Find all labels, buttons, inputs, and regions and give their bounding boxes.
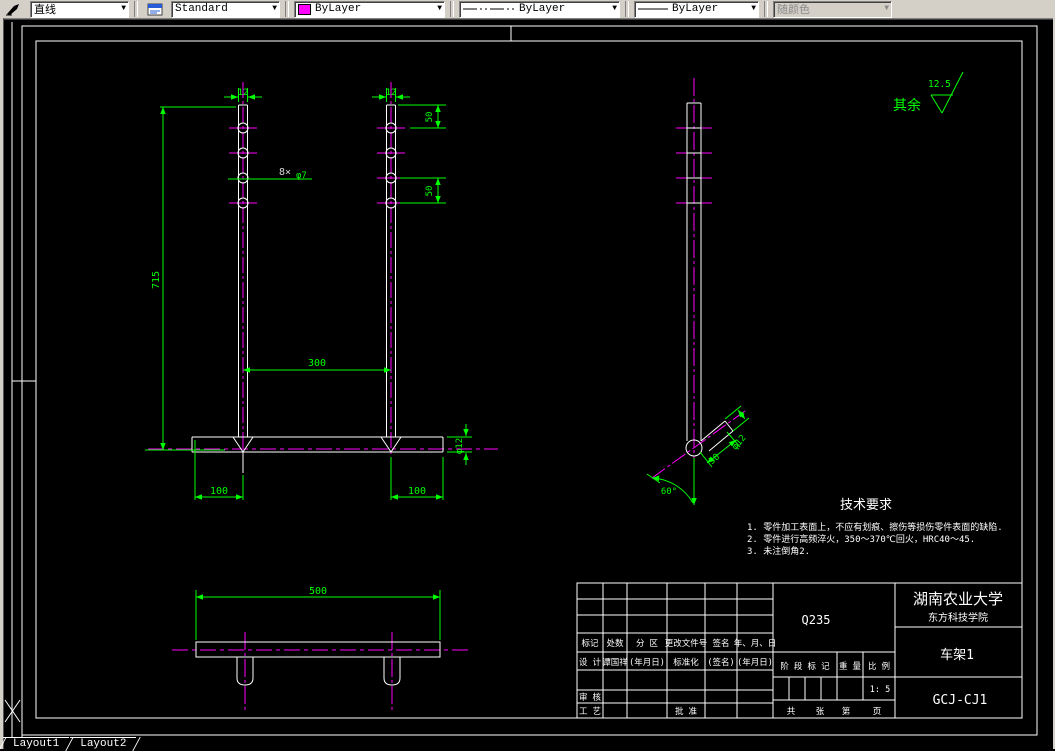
dim-hole-gap-bottom: 50: [425, 186, 435, 197]
side-view-centerlines: [651, 78, 746, 479]
lineweight-combo[interactable]: ByLayer ▼: [634, 0, 759, 18]
tb-weight-label: 重 量: [839, 661, 862, 672]
text-style-icon[interactable]: [143, 1, 167, 17]
tb-sheet-label: 第: [842, 706, 851, 717]
tb-scale-value: 1: 5: [870, 685, 890, 695]
tb-part-name: 车架1: [940, 647, 974, 663]
tab-layout2[interactable]: Layout2: [70, 737, 137, 750]
dim-hole-dia: φ7: [296, 171, 307, 181]
tech-req-title: 技术要求: [840, 498, 892, 513]
tb-design-col: 标准化: [673, 657, 699, 668]
tb-rev-col: 分 区: [636, 639, 659, 649]
dim-bar-dia: φ12: [455, 438, 465, 454]
lineweight-sample: [638, 8, 668, 10]
tb-design-col: (年月日): [737, 657, 773, 668]
tb-design-col: (年月日): [629, 657, 665, 668]
tab-layout1[interactable]: Layout1: [3, 737, 70, 750]
toolbar-separator: [764, 1, 768, 17]
tb-sheet-label: 张: [816, 707, 825, 717]
tb-process-label: 工 艺: [579, 707, 601, 717]
tb-rev-col: 更改文件号: [665, 638, 708, 649]
dim-post-spacing: 300: [308, 358, 326, 369]
text-style-combo[interactable]: Standard ▼: [171, 0, 280, 18]
command-combo-value: 直线: [34, 5, 56, 17]
dim-bend-angle: 60°: [661, 487, 677, 497]
tb-rev-col: 标记: [581, 638, 599, 649]
bottom-view-dimensions: [195, 590, 441, 640]
tb-design-col: 设 计: [579, 657, 602, 668]
tb-stage-label: 阶 段 标 记: [780, 661, 830, 672]
ucs-icon: [4, 690, 23, 737]
dim-hole-gap-top: 50: [425, 112, 435, 123]
drawing-canvas[interactable]: 12 12 50 50 8× φ7 715 300 100 100 φ12 φ1…: [0, 18, 1055, 749]
layout-tab-bar: Layout1 Layout2: [0, 737, 142, 751]
lineweight-combo-value: ByLayer: [672, 3, 719, 15]
chevron-down-icon: ▼: [272, 4, 277, 13]
color-swatch: [298, 3, 311, 15]
surface-note-prefix: 其余: [893, 97, 921, 114]
dim-post-width-right: 12: [386, 88, 397, 98]
dim-foot-right: 100: [408, 486, 426, 497]
tb-design-col: 谭国祥: [602, 657, 628, 668]
chevron-down-icon: ▼: [612, 4, 617, 13]
side-view-outline: [685, 102, 734, 457]
front-view-outline: [191, 104, 444, 473]
tb-approve-label: 批 准: [675, 706, 698, 717]
sheet-frame: [11, 22, 1038, 737]
chevron-down-icon: ▼: [751, 4, 756, 13]
bottom-view-centerlines: [172, 632, 468, 712]
bottom-view-outline: [195, 641, 441, 686]
tech-req-item: 3. 未注倒角2.: [747, 545, 810, 557]
front-view-dimensions: [145, 88, 472, 500]
tb-rev-col: 年、月、日: [734, 638, 777, 649]
toolbar-separator: [285, 1, 289, 17]
object-properties-toolbar: 直线 ▼ Standard ▼ ByLayer ▼ ByLayer ▼ ByLa…: [0, 0, 1055, 19]
dim-foot-left: 100: [210, 486, 228, 497]
dim-post-height: 715: [151, 271, 162, 289]
tb-rev-col: 签名: [712, 638, 729, 649]
tb-college: 东方科技学院: [928, 611, 988, 624]
plotstyle-combo-value: 随颜色: [777, 5, 810, 17]
tb-audit-label: 审 核: [579, 692, 602, 703]
command-combo[interactable]: 直线 ▼: [30, 0, 129, 18]
tb-drawing-no: GCJ-CJ1: [933, 693, 988, 708]
linetype-combo-value: ByLayer: [519, 3, 566, 15]
tb-rev-col: 处数: [606, 638, 624, 649]
linetype-sample: [463, 8, 515, 10]
tech-req-item: 2. 零件进行高频淬火，350～370℃回火，HRC40～45.: [747, 533, 975, 545]
tb-sheet-label: 共: [787, 707, 796, 717]
tb-university: 湖南农业大学: [913, 590, 1003, 608]
tech-req-item: 1. 零件加工表面上，不应有划痕、擦伤等损伤零件表面的缺陷.: [747, 521, 1003, 533]
front-view-centerlines: [148, 82, 498, 466]
toolbar-separator: [134, 1, 138, 17]
text-style-combo-value: Standard: [175, 3, 228, 15]
chevron-down-icon: ▼: [121, 4, 126, 13]
plotstyle-combo: 随颜色 ▼: [773, 0, 892, 18]
chevron-down-icon: ▼: [884, 4, 889, 13]
dim-base-length: 500: [309, 586, 327, 597]
dim-hole-count: 8×: [279, 167, 291, 178]
tb-sheet-label: 页: [873, 707, 882, 717]
color-combo-value: ByLayer: [315, 3, 362, 15]
color-combo[interactable]: ByLayer ▼: [294, 0, 445, 18]
toolbar-separator: [625, 1, 629, 17]
dim-stub-dia: φ12: [730, 433, 748, 452]
dim-post-width-left: 12: [238, 88, 249, 98]
tb-material: Q235: [802, 613, 831, 627]
surface-roughness-value: 12.5: [928, 79, 951, 90]
linetype-combo[interactable]: ByLayer ▼: [459, 0, 620, 18]
tb-design-col: (签名): [707, 657, 734, 668]
line-tool-icon[interactable]: [2, 1, 26, 17]
tb-scale-label: 比 例: [868, 661, 890, 672]
chevron-down-icon: ▼: [437, 4, 442, 13]
toolbar-separator: [450, 1, 454, 17]
